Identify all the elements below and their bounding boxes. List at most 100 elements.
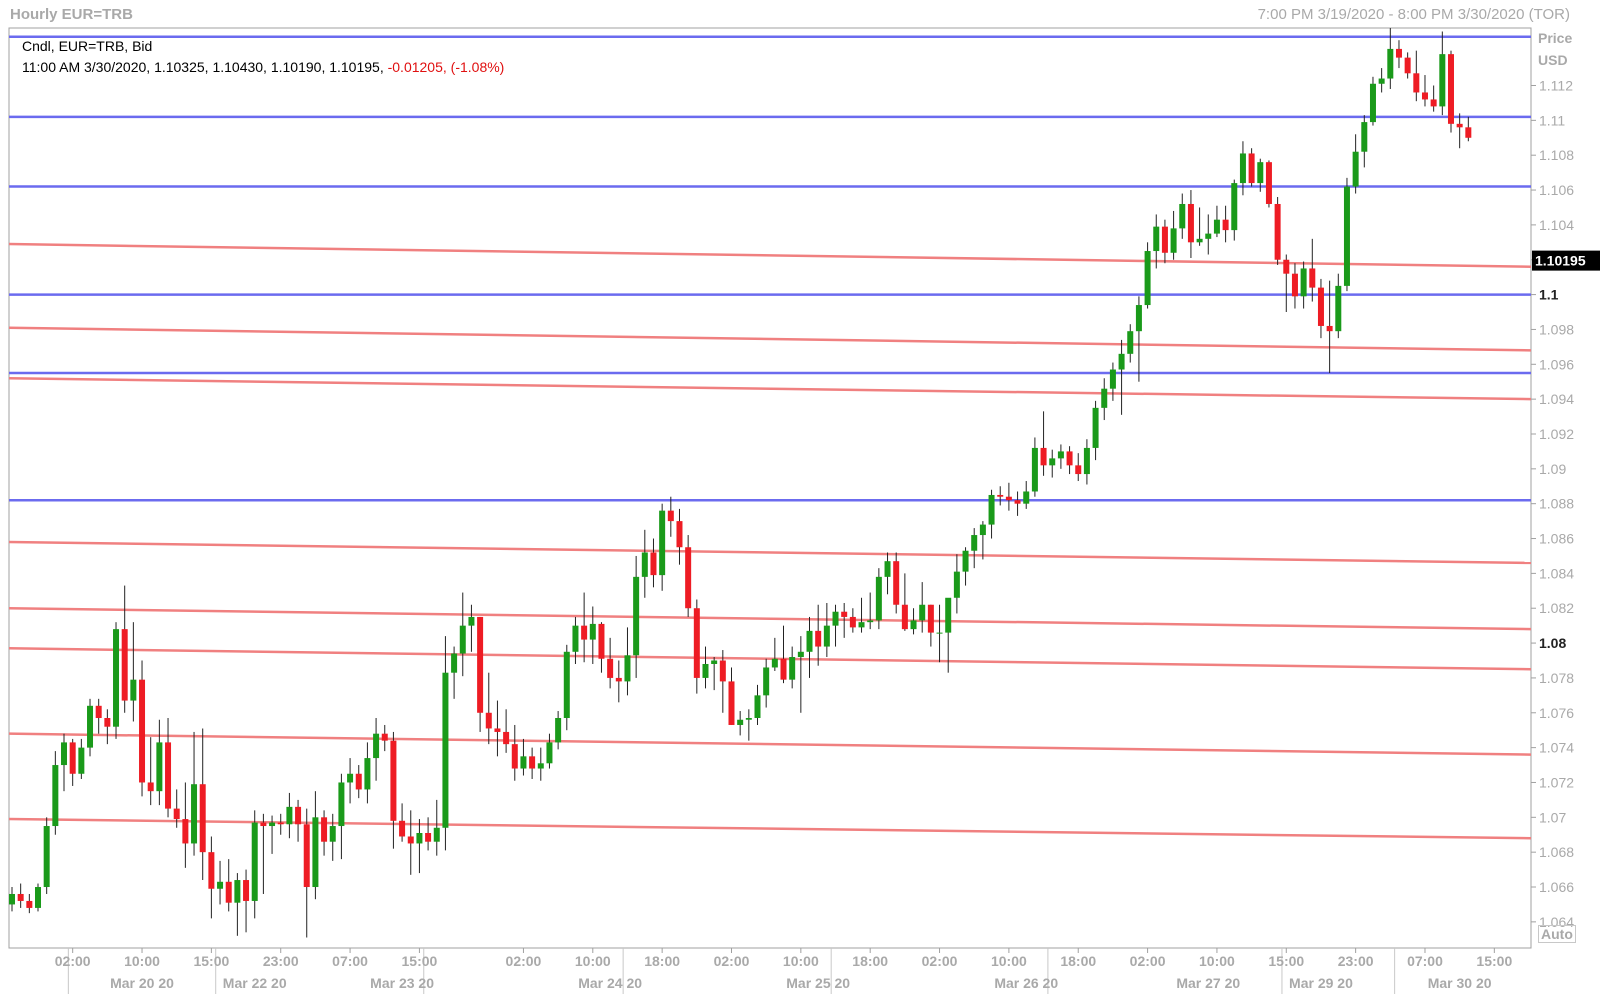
candle-body [1213, 219, 1220, 234]
date-tick-label: Mar 27 20 [1176, 975, 1240, 991]
price-tick-label: 1.072 [1539, 774, 1574, 790]
candle-body [650, 552, 657, 576]
price-tick-label: 1.098 [1539, 321, 1574, 337]
candle-body [1369, 83, 1376, 123]
candle-body [919, 604, 926, 621]
candle-body [1447, 54, 1454, 124]
price-tick-label: 1.088 [1539, 496, 1574, 512]
auto-scale-button[interactable]: Auto [1538, 925, 1576, 943]
candle-body [61, 742, 68, 766]
candle-body [511, 744, 518, 769]
legend-series: Cndl, EUR=TRB, Bid [22, 38, 153, 54]
candle-body [962, 550, 969, 572]
price-tick-label: 1.104 [1539, 217, 1574, 233]
date-tick-label: Mar 30 20 [1428, 975, 1492, 991]
candle-body [719, 660, 726, 682]
candle-body [87, 705, 94, 748]
candle-body [1092, 407, 1099, 448]
candle-body [165, 742, 172, 809]
time-tick-label: 23:00 [263, 953, 299, 969]
candle-body [225, 881, 232, 903]
candle-body [598, 623, 605, 659]
axis-unit-price: Price [1538, 30, 1573, 46]
candle-body [451, 653, 458, 673]
price-tick-label: 1.092 [1539, 426, 1574, 442]
candle-body [624, 655, 631, 682]
time-tick-label: 18:00 [852, 953, 888, 969]
candle-body [1361, 122, 1368, 152]
candle-body [1326, 325, 1333, 332]
candle-body [373, 733, 380, 759]
candle-body [1283, 259, 1290, 274]
candle-body [745, 718, 752, 720]
candle-body [1465, 127, 1472, 138]
candle-body [390, 740, 397, 821]
candle-body [546, 742, 553, 764]
candle-body [1343, 186, 1350, 286]
plot-area[interactable] [8, 27, 1532, 949]
candle-body [1335, 285, 1342, 332]
candle-body [1439, 54, 1446, 107]
candle-body [884, 561, 891, 577]
candle-body [633, 576, 640, 656]
candle-body [1187, 203, 1194, 243]
candle-body [52, 765, 59, 827]
candle-body [1101, 388, 1108, 408]
candle-body [997, 494, 1004, 497]
candle-body [676, 521, 683, 548]
candle-body [988, 494, 995, 525]
candle-body [1040, 447, 1047, 466]
candle-body [139, 679, 146, 783]
candle-body [217, 881, 224, 889]
price-tick-label: 1.112 [1539, 78, 1573, 94]
date-tick-label: Mar 23 20 [370, 975, 434, 991]
candle-body [520, 756, 527, 769]
time-tick-label: 15:00 [1268, 953, 1304, 969]
time-tick-label: 15:00 [1476, 953, 1512, 969]
candle-body [147, 782, 154, 792]
candle-body [728, 681, 735, 725]
candle-body [1222, 219, 1229, 231]
candle-body [243, 880, 250, 901]
candle-body [823, 625, 830, 647]
candle-body [182, 819, 189, 844]
candle-body [1421, 92, 1428, 100]
candle-body [1239, 153, 1246, 184]
candle-body [503, 731, 510, 745]
candle-body [936, 632, 943, 634]
time-tick-label: 15:00 [402, 953, 438, 969]
candle-body [494, 728, 501, 732]
candle-body [433, 827, 440, 842]
candle-body [1023, 491, 1030, 504]
candle-body [364, 758, 371, 790]
candle-body [35, 887, 42, 908]
candle-body [780, 658, 787, 680]
candle-body [607, 658, 614, 678]
candle-body [17, 893, 24, 901]
candlestick-chart[interactable]: 1.0641.0661.0681.071.0721.0741.0761.0781… [0, 0, 1600, 994]
candle-body [1161, 226, 1168, 253]
candle-body [1170, 228, 1177, 253]
candle-body [1005, 496, 1012, 501]
candle-body [1309, 268, 1316, 288]
candle-body [971, 535, 978, 551]
candle-body [641, 552, 648, 577]
candle-body [416, 833, 423, 844]
candle-body [806, 630, 813, 652]
candle-body [173, 808, 180, 820]
candle-body [945, 597, 952, 633]
candle-body [667, 510, 674, 522]
price-tick-label: 1.106 [1539, 182, 1574, 198]
time-tick-label: 02:00 [1130, 953, 1166, 969]
candle-body [1083, 447, 1090, 475]
candle-body [901, 604, 908, 630]
candle-body [1196, 238, 1203, 243]
candle-body [529, 756, 536, 769]
price-tick-label: 1.09 [1539, 461, 1566, 477]
date-tick-label: Mar 24 20 [578, 975, 642, 991]
legend-ohlc: 11:00 AM 3/30/2020, 1.10325, 1.10430, 1.… [22, 59, 504, 75]
candle-body [789, 657, 796, 680]
time-tick-label: 10:00 [1199, 953, 1235, 969]
candle-body [260, 822, 267, 827]
candle-body [26, 900, 33, 908]
